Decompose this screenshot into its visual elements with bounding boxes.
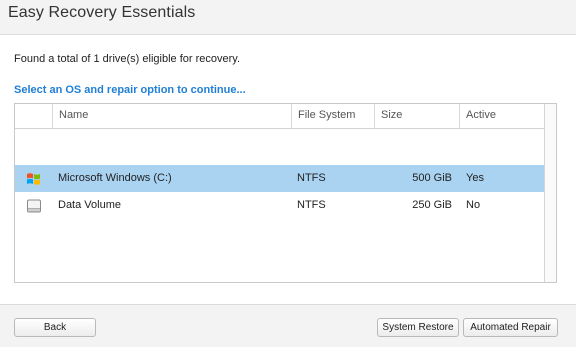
active-value: Yes <box>466 172 484 184</box>
footer-bar: Back System Restore Automated Repair <box>0 304 576 347</box>
windows-logo-icon <box>25 170 43 188</box>
column-header-name[interactable]: Name <box>52 104 291 128</box>
drive-table: Name File System Size Active Microsoft W… <box>14 103 557 283</box>
automated-repair-button[interactable]: Automated Repair <box>463 318 558 337</box>
drive-name: Microsoft Windows (C:) <box>58 172 172 184</box>
drive-icon <box>25 197 43 215</box>
selection-prompt: Select an OS and repair option to contin… <box>14 84 246 96</box>
column-header-active[interactable]: Active <box>459 104 546 128</box>
back-button[interactable]: Back <box>14 318 96 337</box>
table-row-windows[interactable]: Microsoft Windows (C:) NTFS 500 GiB Yes <box>15 165 546 192</box>
column-header-size[interactable]: Size <box>374 104 459 128</box>
title-bar: Easy Recovery Essentials <box>0 0 576 35</box>
system-restore-button[interactable]: System Restore <box>377 318 459 337</box>
column-header-file-system[interactable]: File System <box>291 104 374 128</box>
drive-name: Data Volume <box>58 199 121 211</box>
table-row-data-volume[interactable]: Data Volume NTFS 250 GiB No <box>15 192 546 219</box>
main-panel: Found a total of 1 drive(s) eligible for… <box>0 35 576 304</box>
size-value: 250 GiB <box>412 199 452 211</box>
file-system-value: NTFS <box>297 199 326 211</box>
app-title: Easy Recovery Essentials <box>8 4 196 21</box>
file-system-value: NTFS <box>297 172 326 184</box>
table-header: Name File System Size Active <box>15 104 546 129</box>
column-header-icon[interactable] <box>15 104 52 128</box>
vertical-scrollbar[interactable] <box>544 104 556 282</box>
size-value: 500 GiB <box>412 172 452 184</box>
active-value: No <box>466 199 481 211</box>
found-drives-text: Found a total of 1 drive(s) eligible for… <box>14 53 241 65</box>
